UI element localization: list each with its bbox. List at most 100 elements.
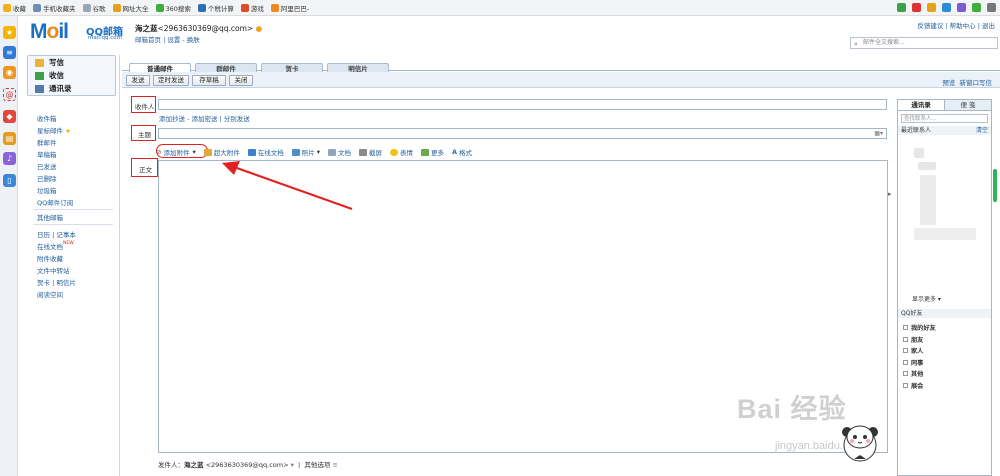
extension-icon[interactable] <box>927 3 936 12</box>
bookmark-icon <box>197 3 206 12</box>
bookmark-item[interactable]: 谷歌 <box>82 3 106 13</box>
game-icon[interactable]: ◆ <box>3 110 16 123</box>
list-icon[interactable]: ≡ <box>3 46 16 59</box>
logo-domain: mail.qq.com <box>88 35 123 41</box>
more-button[interactable]: 更多 <box>420 147 444 157</box>
subject-input[interactable]: ▦▾ <box>158 128 887 139</box>
folder-starred[interactable]: 星标邮件 ★ <box>37 125 71 135</box>
weibo-icon[interactable]: ◉ <box>3 66 16 79</box>
inbox-icon <box>35 71 44 80</box>
tool-attachment-favorites[interactable]: 附件收藏 <box>37 253 63 263</box>
close-icon[interactable] <box>912 3 921 12</box>
tab-notes[interactable]: 便 笺 <box>944 100 991 110</box>
tool-cards[interactable]: 贺卡 | 明信片 <box>37 277 76 287</box>
timed-send-button[interactable]: 定时发送 <box>153 75 189 86</box>
emoji-button[interactable]: 表情 <box>389 147 413 157</box>
extension-icon[interactable] <box>957 3 966 12</box>
other-options-link[interactable]: 其他选项 <box>304 461 330 469</box>
tool-reading-space[interactable]: 阅读空间 <box>37 289 63 299</box>
recent-contacts-header: 最近联系人 清空 <box>898 126 991 135</box>
expand-icon <box>903 382 908 388</box>
send-button[interactable]: 发送 <box>126 75 150 86</box>
star-icon[interactable]: ★ <box>3 26 16 39</box>
qq-friends-header[interactable]: QQ好友 <box>898 309 991 318</box>
user-account: 海之蓝<2963630369@qq.com> ● <box>135 23 262 34</box>
format-icon: A <box>451 148 458 156</box>
bookmark-label: 360搜索 <box>165 4 191 13</box>
preview-link[interactable]: 预览 <box>942 79 955 87</box>
tab-contacts[interactable]: 通讯录 <box>898 100 944 110</box>
large-attachment-icon <box>203 148 212 156</box>
tool-calendar-notes[interactable]: 日历 | 记事本 <box>37 229 76 239</box>
user-links[interactable]: 邮箱首页 | 设置 - 换肤 <box>135 34 200 44</box>
music-icon[interactable]: ♪ <box>3 152 16 165</box>
vip-icon[interactable]: ● <box>256 24 263 33</box>
screenshot-button[interactable]: 截屏 <box>358 147 382 157</box>
group-colleagues[interactable]: 同事 <box>898 357 991 369</box>
mail-icon[interactable]: @ <box>3 88 16 101</box>
group-family[interactable]: 家人 <box>898 345 991 357</box>
bookmarks-bar: 收藏 手机收藏夹 谷歌 网址大全 360搜索 个税计算 游戏 阿里巴巴- <box>0 0 1000 16</box>
group-exhibition[interactable]: 展会 <box>898 380 991 392</box>
compose-footer: 发件人：海之蓝 <2963630369@qq.com> ▾ | 其他选项 ≡ <box>158 461 338 469</box>
bookmark-item[interactable]: 游戏 <box>240 3 264 13</box>
bookmark-item[interactable]: 收藏 <box>3 3 26 13</box>
contacts-button[interactable]: 通讯录 <box>28 82 115 95</box>
chevron-down-icon[interactable]: ▾ <box>291 461 294 469</box>
bookmark-label: 谷歌 <box>92 4 106 13</box>
group-other[interactable]: 其他 <box>898 368 991 380</box>
left-navigation: 写信 收信 通讯录 收件箱 星标邮件 ★ 群邮件 草稿箱 已发送 已删除 垃圾箱… <box>25 55 120 476</box>
folder-deleted[interactable]: 已删除 <box>37 173 57 183</box>
bookmark-item[interactable]: 手机收藏夹 <box>33 3 76 13</box>
clear-link[interactable]: 清空 <box>976 126 988 135</box>
add-attachment-button[interactable]: ⊘ 添加附件 ▾ <box>156 147 196 157</box>
bookmark-item[interactable]: 个税计算 <box>197 3 234 13</box>
contact-search-input[interactable]: 查找联系人... <box>901 114 988 123</box>
format-button[interactable]: A 格式 <box>452 147 472 157</box>
recipient-input[interactable] <box>158 99 887 110</box>
save-draft-button[interactable]: 存草稿 <box>192 75 226 86</box>
bookmark-item[interactable]: 网址大全 <box>112 3 149 13</box>
folder-sent[interactable]: 已发送 <box>37 161 57 171</box>
mail-search-input[interactable]: ⌕ 邮件全文搜索... <box>850 37 998 49</box>
panel-toggle-icon[interactable]: ▸ <box>888 190 892 198</box>
folder-spam[interactable]: 垃圾箱 <box>37 185 57 195</box>
group-friends[interactable]: 朋友 <box>898 334 991 346</box>
group-my-friends[interactable]: 我的好友 <box>898 322 991 334</box>
note-icon[interactable]: ▤ <box>3 132 16 145</box>
compose-toolbar: 发送 定时发送 存草稿 关闭 预览 新窗口写信 <box>122 72 1000 88</box>
write-button[interactable]: 写信 <box>28 56 115 69</box>
show-more-link[interactable]: 显示更多 ▾ <box>912 294 941 303</box>
contacts-panel: 通讯录 便 笺 查找联系人... 最近联系人 清空 显示更多 ▾ QQ好友 我的好… <box>897 99 992 476</box>
menu-icon[interactable] <box>987 3 996 12</box>
mail-type-tabs: 普通邮件 群邮件 贺卡 明信片 <box>122 58 1000 75</box>
tool-file-transfer[interactable]: 文件中转站 <box>37 265 70 275</box>
scrollbar[interactable] <box>993 169 997 202</box>
extension-icon[interactable] <box>897 3 906 12</box>
folder-subscriptions[interactable]: QQ邮件订阅 <box>37 197 73 207</box>
folder-group-mail[interactable]: 群邮件 <box>37 137 57 147</box>
new-window-link[interactable]: 新窗口写信 <box>960 79 993 87</box>
blurred-contact <box>918 162 936 170</box>
qq-mail-logo[interactable]: Moil <box>30 20 69 44</box>
inbox-button[interactable]: 收信 <box>28 69 115 82</box>
top-links[interactable]: 反馈建议 | 帮助中心 | 退出 <box>917 20 995 30</box>
bookmark-icon <box>3 3 11 12</box>
doc-icon[interactable]: ▯ <box>3 174 16 187</box>
tool-online-docs[interactable]: 在线文档NEW <box>37 241 74 251</box>
sender-email[interactable]: <2963630369@qq.com> <box>206 461 289 469</box>
folder-inbox[interactable]: 收件箱 <box>37 113 57 123</box>
formatting-icon[interactable]: ▦▾ <box>874 130 883 137</box>
shield-icon[interactable] <box>972 3 981 12</box>
chevron-down-icon[interactable]: ≡ <box>332 461 337 469</box>
bookmark-label: 个税计算 <box>207 4 234 13</box>
extension-icon[interactable] <box>942 3 951 12</box>
bookmark-item[interactable]: 阿里巴巴- <box>270 3 309 13</box>
bookmark-label: 网址大全 <box>122 4 149 13</box>
bookmark-icon <box>33 3 41 12</box>
folder-drafts[interactable]: 草稿箱 <box>37 149 57 159</box>
other-mailboxes[interactable]: 其他邮箱 <box>37 212 63 222</box>
close-button[interactable]: 关闭 <box>229 75 253 86</box>
cc-bcc-links[interactable]: 添加抄送 - 添加密送 | 分别发送 <box>159 113 250 123</box>
bookmark-item[interactable]: 360搜索 <box>155 3 191 13</box>
